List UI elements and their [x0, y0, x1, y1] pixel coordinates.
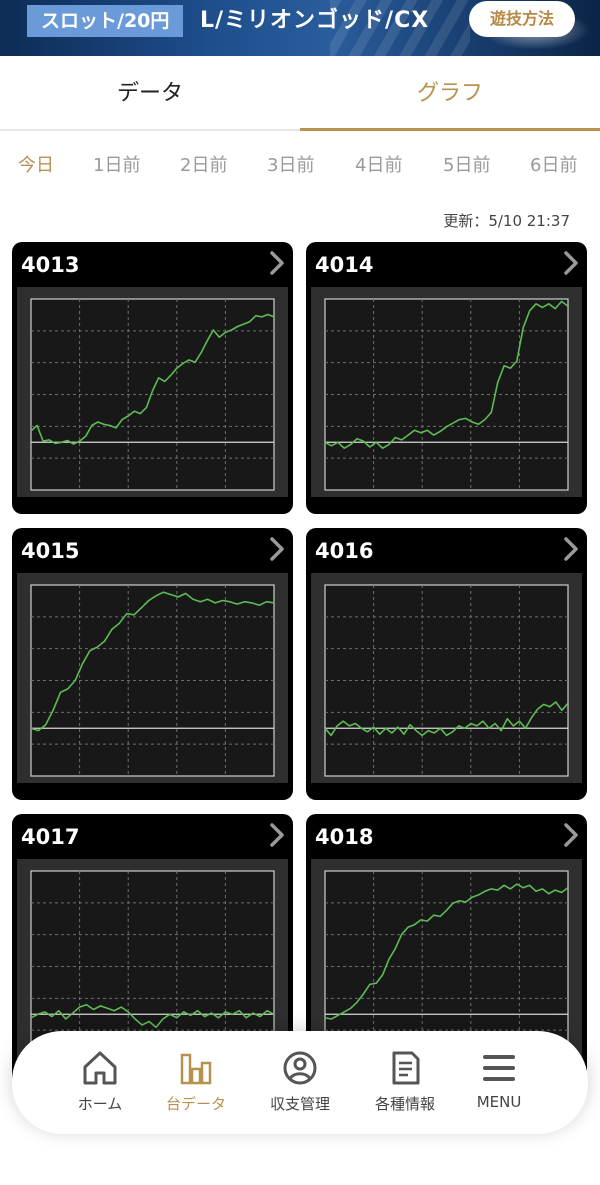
chevron-right-icon	[564, 823, 578, 847]
machine-number: 4018	[315, 825, 374, 849]
slump-graph-svg	[30, 584, 275, 777]
nav-machine-data[interactable]: 台データ	[146, 1031, 246, 1134]
chevron-right-icon	[270, 823, 284, 847]
nav-label: MENU	[476, 1093, 522, 1111]
day-today[interactable]: 今日	[18, 151, 54, 177]
machine-number: 4014	[315, 253, 374, 277]
chevron-right-icon	[270, 251, 284, 275]
tab-graph[interactable]: グラフ	[300, 56, 600, 131]
active-tab-indicator	[300, 128, 600, 131]
tab-data[interactable]: データ	[0, 56, 300, 131]
slump-graph	[17, 573, 288, 783]
nav-label: 台データ	[165, 1095, 226, 1113]
machine-card-4015[interactable]: 4015	[12, 528, 293, 800]
day-6-ago[interactable]: 6日前	[530, 151, 577, 177]
nav-label: ホーム	[77, 1095, 123, 1113]
chevron-right-icon	[564, 251, 578, 275]
slump-graph-svg	[324, 584, 569, 777]
machine-card-4016[interactable]: 4016	[306, 528, 587, 800]
nav-label: 収支管理	[269, 1095, 330, 1113]
app-header: スロット/20円 L/ミリオンゴッド/CX 遊技方法	[0, 0, 600, 56]
bottom-nav: ホーム 台データ 収支管理 各種情報 MENU	[12, 1031, 588, 1134]
machine-type-badge: スロット/20円	[27, 5, 184, 37]
chevron-right-icon	[270, 537, 284, 561]
slump-graph-svg	[324, 298, 569, 491]
document-icon	[392, 1051, 420, 1085]
updated-timestamp: 更新：5/10 21:37	[443, 212, 570, 230]
machine-number: 4013	[21, 253, 80, 277]
home-icon	[83, 1051, 117, 1085]
day-4-ago[interactable]: 4日前	[355, 151, 402, 177]
nav-info[interactable]: 各種情報	[355, 1031, 455, 1134]
machine-card-4013[interactable]: 4013	[12, 242, 293, 514]
howto-button[interactable]: 遊技方法	[469, 1, 575, 37]
user-circle-icon	[283, 1051, 317, 1085]
hamburger-icon	[483, 1055, 515, 1081]
slump-graph	[17, 287, 288, 497]
day-3-ago[interactable]: 3日前	[267, 151, 314, 177]
machine-title: L/ミリオンゴッド/CX	[200, 8, 430, 33]
view-tabs: データ グラフ	[0, 56, 600, 131]
nav-balance[interactable]: 収支管理	[250, 1031, 350, 1134]
nav-menu[interactable]: MENU	[449, 1031, 549, 1134]
day-5-ago[interactable]: 5日前	[443, 151, 490, 177]
nav-label: 各種情報	[374, 1095, 435, 1113]
day-2-ago[interactable]: 2日前	[180, 151, 227, 177]
day-selector: 今日 1日前 2日前 3日前 4日前 5日前 6日前	[0, 133, 600, 195]
slump-graph	[311, 573, 582, 783]
machine-card-4014[interactable]: 4014	[306, 242, 587, 514]
slump-graph	[311, 287, 582, 497]
chevron-right-icon	[564, 537, 578, 561]
nav-home[interactable]: ホーム	[50, 1031, 150, 1134]
machine-number: 4015	[21, 539, 80, 563]
bar-chart-icon	[180, 1053, 212, 1085]
slump-graph-svg	[30, 298, 275, 491]
machine-number: 4017	[21, 825, 80, 849]
machine-number: 4016	[315, 539, 374, 563]
day-1-ago[interactable]: 1日前	[93, 151, 140, 177]
